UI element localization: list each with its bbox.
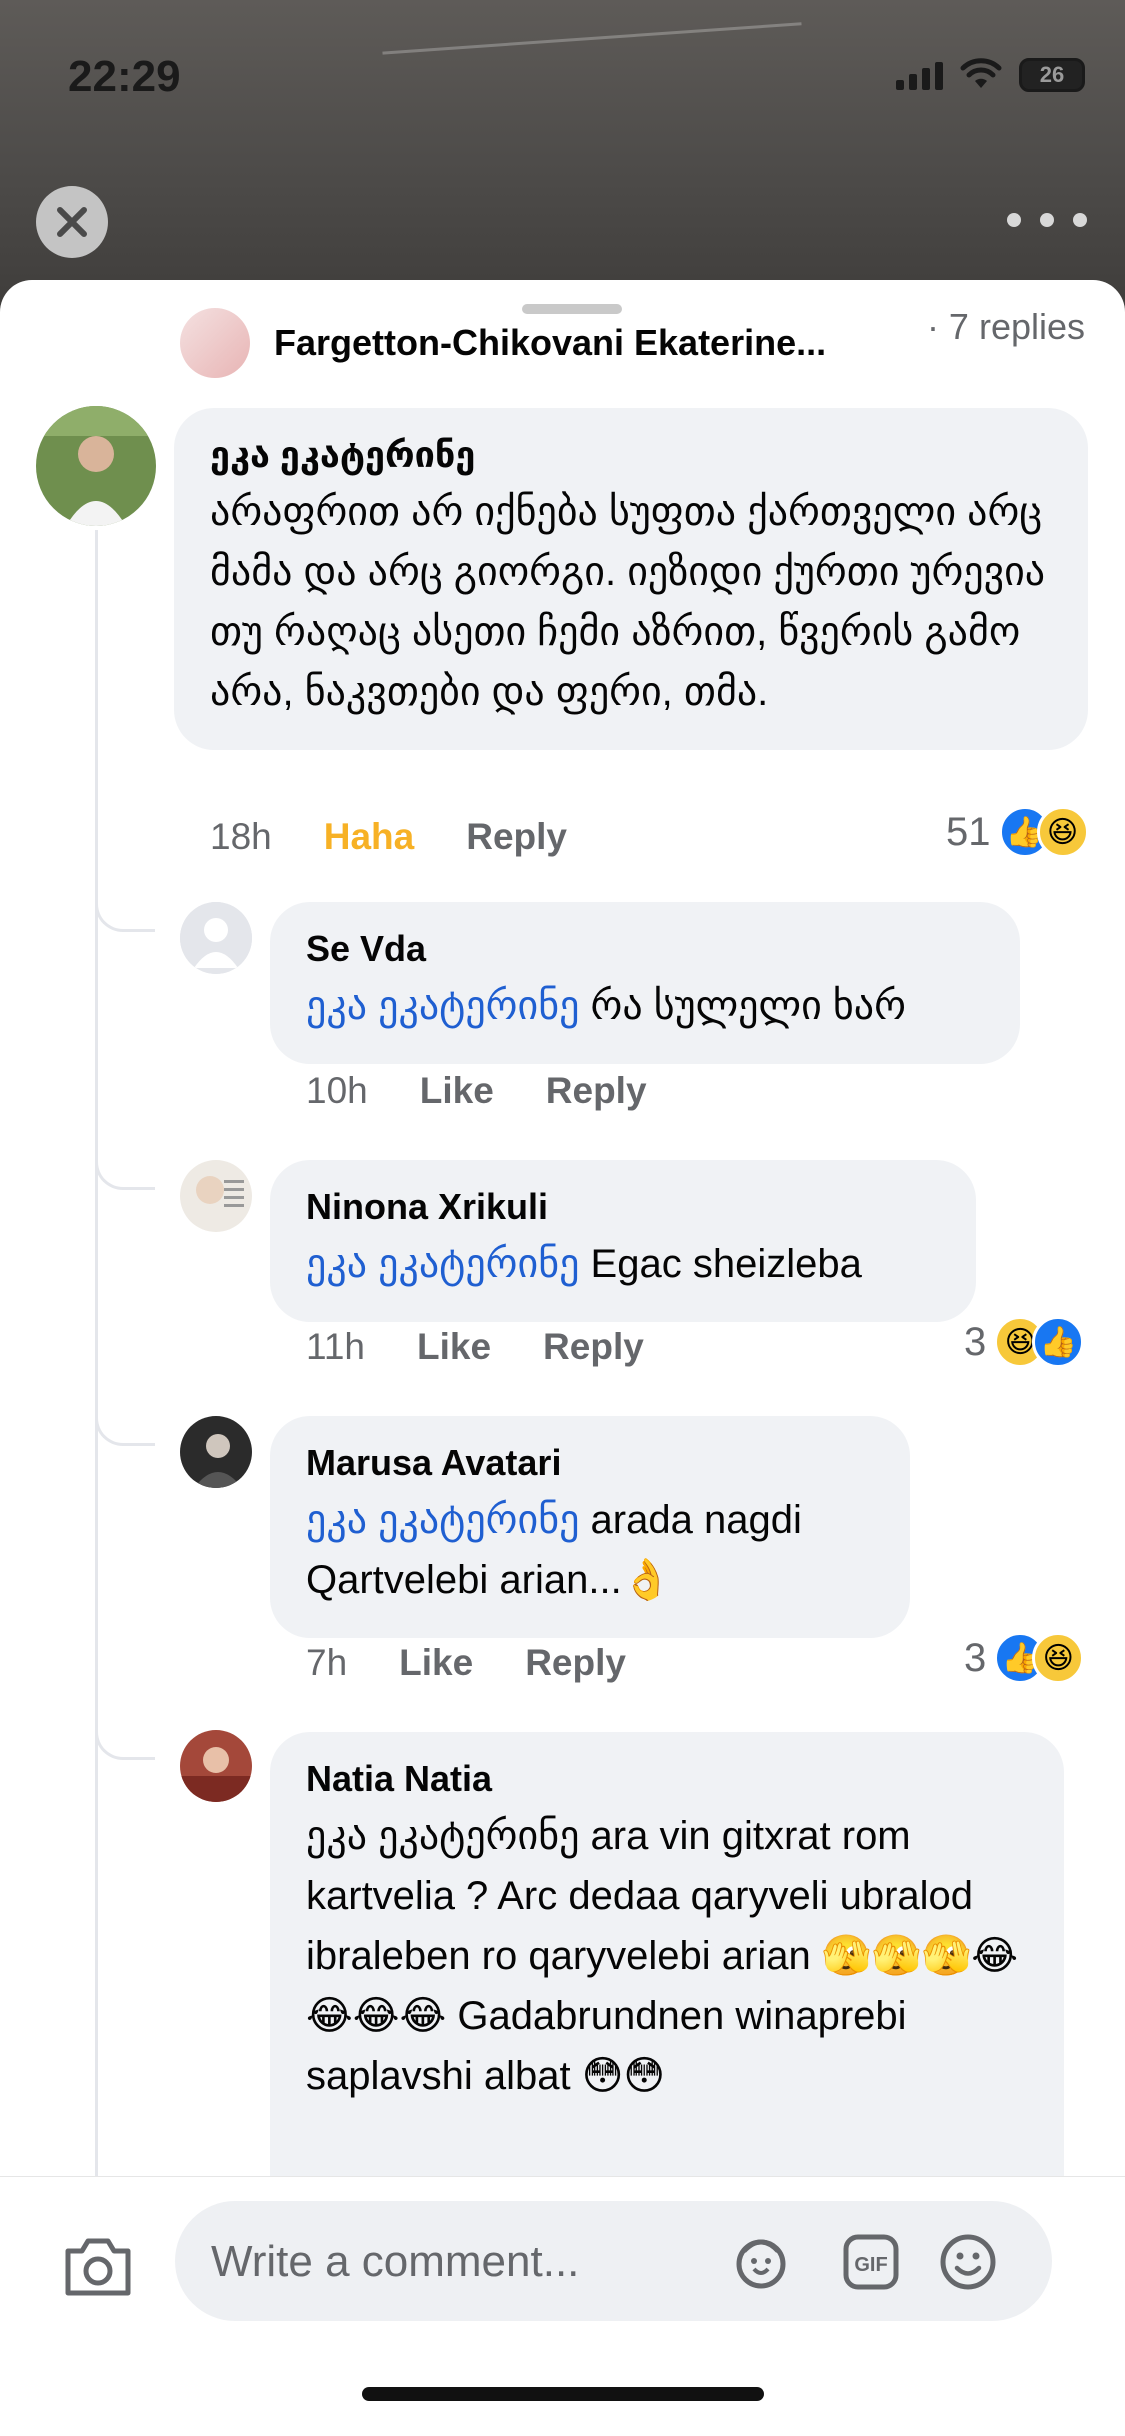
- like-reaction-icon: 👍: [1032, 1316, 1085, 1368]
- reply-body: Egac sheizleba: [579, 1242, 862, 1286]
- wifi-icon: [960, 58, 1002, 88]
- avatar[interactable]: [180, 308, 250, 378]
- reply-button[interactable]: Reply: [525, 1642, 626, 1684]
- reply-time: 11h: [306, 1326, 365, 1367]
- comment-time: 18h: [210, 816, 272, 857]
- haha-reaction-icon: 😆: [1032, 1632, 1085, 1684]
- home-indicator[interactable]: [362, 2387, 764, 2401]
- reply-connector: [95, 1406, 155, 1446]
- reply-author[interactable]: Natia Natia: [306, 1758, 1028, 1800]
- reply-button[interactable]: Reply: [546, 1070, 647, 1112]
- avatar[interactable]: [180, 902, 252, 974]
- avatar-sticker-icon[interactable]: [730, 2231, 792, 2293]
- signal-icon: [896, 60, 943, 90]
- like-button[interactable]: Like: [417, 1326, 491, 1368]
- avatar[interactable]: [180, 1160, 252, 1232]
- camera-icon[interactable]: [60, 2229, 136, 2305]
- reply-connector: [95, 1720, 155, 1760]
- reply-button[interactable]: Reply: [543, 1326, 644, 1368]
- mention-link[interactable]: ეკა ეკატერინე: [306, 1498, 579, 1542]
- reply-time: 7h: [306, 1642, 348, 1683]
- reply-body: რა სულელი ხარ: [579, 984, 906, 1028]
- haha-reaction-icon: 😆: [1036, 806, 1089, 858]
- emoji-icon[interactable]: [937, 2231, 999, 2293]
- comment-text: არაფრით არ იქნება სუფთა ქართველი არც მამ…: [210, 490, 1046, 714]
- reply-author[interactable]: Ninona Xrikuli: [306, 1186, 940, 1228]
- avatar[interactable]: [180, 1416, 252, 1488]
- reply-text: ეკა ეკატერინე ara vin gitxrat rom kartve…: [306, 1814, 1019, 2098]
- thread-line: [95, 530, 98, 2436]
- like-button[interactable]: Like: [399, 1642, 473, 1684]
- svg-text:GIF: GIF: [854, 2254, 887, 2276]
- comments-sheet[interactable]: Fargetton-Chikovani Ekaterine... · 7 rep…: [0, 280, 1125, 2436]
- reply-actions: 10h Like Reply: [306, 1070, 699, 1112]
- reply-actions: 11h Like Reply: [306, 1326, 696, 1368]
- close-icon: [57, 207, 87, 237]
- reply-bubble[interactable]: Se Vda ეკა ეკატერინე რა სულელი ხარ: [270, 902, 1020, 1064]
- more-options-button[interactable]: [1007, 200, 1087, 240]
- gif-icon[interactable]: GIF: [840, 2231, 902, 2293]
- reaction-count: 3: [964, 1635, 987, 1680]
- comment-author[interactable]: ეკა ეკატერინე: [210, 434, 1052, 476]
- main-comment-bubble[interactable]: ეკა ეკატერინე არაფრით არ იქნება სუფთა ქა…: [174, 408, 1088, 750]
- reply-button[interactable]: Reply: [466, 816, 567, 858]
- reply-author[interactable]: Se Vda: [306, 928, 984, 970]
- avatar[interactable]: [36, 406, 156, 526]
- reply-bubble[interactable]: Ninona Xrikuli ეკა ეკატერინე Egac sheizl…: [270, 1160, 976, 1322]
- reply-author[interactable]: Marusa Avatari: [306, 1442, 874, 1484]
- like-button[interactable]: Like: [420, 1070, 494, 1112]
- battery-level: 26: [1039, 62, 1065, 87]
- comment-input[interactable]: Write a comment... GIF: [175, 2201, 1052, 2321]
- reaction-count: 51: [946, 809, 991, 854]
- previous-reply-row[interactable]: Fargetton-Chikovani Ekaterine...: [180, 308, 826, 378]
- previous-reply-author[interactable]: Fargetton-Chikovani Ekaterine...: [274, 322, 826, 364]
- status-indicators: 26: [896, 58, 1085, 92]
- reply-actions: 7h Like Reply: [306, 1642, 678, 1684]
- reply-time: 10h: [306, 1070, 368, 1111]
- reaction-summary[interactable]: 3 👍 😆: [964, 1632, 1085, 1684]
- comment-actions: 18h Haha Reply: [210, 816, 619, 858]
- reply-bubble[interactable]: Marusa Avatari ეკა ეკატერინე arada nagdi…: [270, 1416, 910, 1638]
- reaction-count: 3: [964, 1319, 987, 1364]
- replies-count-link[interactable]: · 7 replies: [927, 306, 1085, 348]
- reply-connector: [95, 892, 155, 932]
- mention-link[interactable]: ეკა ეკატერინე: [306, 1242, 579, 1286]
- more-icon: [1007, 213, 1021, 227]
- mention-link[interactable]: ეკა ეკატერინე: [306, 984, 579, 1028]
- reaction-summary[interactable]: 3 😆 👍: [964, 1316, 1085, 1368]
- reply-text: ეკა ეკატერინე arada nagdi Qartvelebi ari…: [306, 1490, 874, 1610]
- reply-text: ეკა ეკატერინე Egac sheizleba: [306, 1234, 940, 1294]
- reply-text: ეკა ეკატერინე რა სულელი ხარ: [306, 976, 984, 1036]
- reaction-summary[interactable]: 51 👍 😆: [946, 806, 1089, 858]
- comment-input-placeholder: Write a comment...: [211, 2237, 580, 2286]
- close-button[interactable]: [36, 186, 108, 258]
- reply-connector: [95, 1150, 155, 1190]
- battery-icon: 26: [1019, 58, 1085, 92]
- status-time: 22:29: [68, 52, 181, 101]
- haha-reaction-button[interactable]: Haha: [324, 816, 414, 858]
- avatar[interactable]: [180, 1730, 252, 1802]
